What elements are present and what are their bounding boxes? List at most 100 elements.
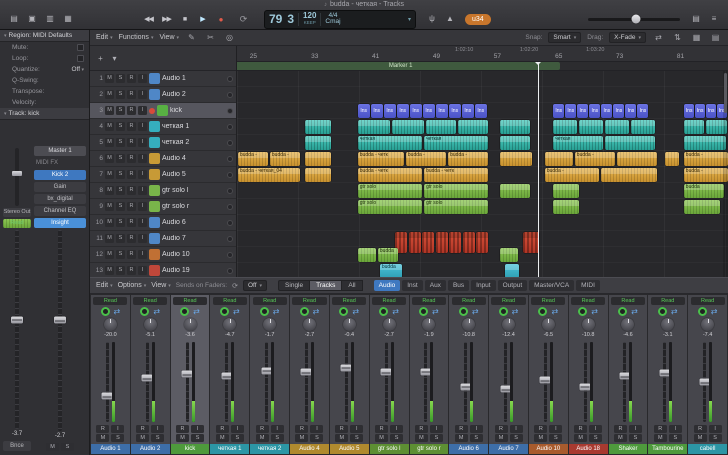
automation-mode-button[interactable]: Read bbox=[531, 297, 565, 305]
stereo-format-button[interactable]: ⇄ bbox=[631, 307, 638, 317]
audio-region[interactable]: budda - четкая_04 bbox=[238, 168, 300, 182]
track-input-button[interactable]: I bbox=[138, 218, 147, 227]
audio-region[interactable]: четкая bbox=[553, 136, 603, 150]
input-monitor-dot[interactable] bbox=[227, 220, 233, 226]
mixer-view-button[interactable]: Tracks bbox=[310, 280, 342, 291]
automation-mode-button[interactable]: Read bbox=[332, 297, 366, 305]
track-input-button[interactable]: I bbox=[138, 202, 147, 211]
mute-button[interactable]: M bbox=[455, 434, 468, 442]
mixer-filter-button[interactable]: Audio bbox=[374, 280, 401, 291]
stereo-format-button[interactable]: ⇄ bbox=[114, 307, 121, 317]
kick[interactable]: Read ⇄ -3.6 R bbox=[171, 295, 210, 454]
четкая 1[interactable]: Read ⇄ -4.7 R bbox=[210, 295, 249, 454]
mixer-filter-button[interactable]: Inst bbox=[402, 280, 422, 291]
volume-fader[interactable] bbox=[504, 342, 507, 422]
stereo-format-button[interactable]: ⇄ bbox=[193, 307, 200, 317]
input-monitor-dot[interactable] bbox=[227, 188, 233, 194]
Audio 4[interactable]: 6 M S R I Audio 4 bbox=[90, 151, 236, 167]
grid-view-icon[interactable]: ▦ bbox=[690, 32, 703, 44]
fader-cap[interactable] bbox=[54, 317, 66, 324]
audio-region[interactable] bbox=[476, 232, 488, 253]
gtr solo l[interactable]: 8 M S R I gtr solo l bbox=[90, 183, 236, 199]
track-inspector-header[interactable]: ▾Track: kick bbox=[0, 108, 89, 120]
gtr solo r[interactable]: Read ⇄ -1.9 R bbox=[410, 295, 449, 454]
volume-fader[interactable] bbox=[186, 342, 189, 422]
record-enable-button[interactable]: R bbox=[375, 425, 388, 433]
volume-fader[interactable] bbox=[464, 342, 467, 422]
audio-region[interactable] bbox=[426, 120, 456, 134]
gtr solo l[interactable]: Read ⇄ -2.7 R bbox=[370, 295, 409, 454]
audio-region[interactable]: Ins bbox=[436, 104, 448, 118]
play-button[interactable]: ▶ bbox=[194, 12, 211, 27]
audio-region[interactable] bbox=[358, 120, 390, 134]
track-mute-button[interactable]: M bbox=[105, 138, 114, 147]
automation-mode-button[interactable]: Read bbox=[571, 297, 605, 305]
record-enable-button[interactable]: R bbox=[295, 425, 308, 433]
gain-knob[interactable] bbox=[538, 307, 547, 316]
audio-region[interactable] bbox=[358, 248, 376, 262]
fader-cap[interactable] bbox=[11, 316, 23, 323]
record-enable-button[interactable]: R bbox=[495, 425, 508, 433]
record-enable-button[interactable]: R bbox=[654, 425, 667, 433]
audio-region[interactable]: Ins bbox=[706, 104, 716, 118]
sends-loop-icon[interactable]: ⟳ bbox=[232, 282, 238, 290]
gain-knob[interactable] bbox=[180, 307, 189, 316]
gain-knob[interactable] bbox=[419, 307, 428, 316]
mixer-filter-button[interactable]: Aux bbox=[425, 280, 446, 291]
automation-mode-button[interactable]: Read bbox=[133, 297, 167, 305]
input-monitor-button[interactable]: I bbox=[589, 425, 602, 433]
record-enable-button[interactable]: R bbox=[335, 425, 348, 433]
tempo-readout[interactable]: 120 KEEP bbox=[303, 12, 316, 26]
sends-mode-select[interactable]: Off▾ bbox=[243, 280, 267, 291]
mute-button[interactable]: M bbox=[415, 434, 428, 442]
volume-fader[interactable] bbox=[385, 342, 388, 422]
track-solo-button[interactable]: S bbox=[116, 202, 125, 211]
track-record-button[interactable]: R bbox=[127, 218, 136, 227]
pencil-tool-icon[interactable]: ✎ bbox=[185, 32, 198, 44]
audio-region[interactable] bbox=[553, 120, 577, 134]
automation-mode-slot[interactable]: Read bbox=[3, 219, 31, 228]
audio-region[interactable] bbox=[305, 120, 331, 134]
Shaker[interactable]: Read ⇄ -4.6 R bbox=[609, 295, 648, 454]
input-monitor-button[interactable]: I bbox=[111, 425, 124, 433]
input-monitor-button[interactable]: I bbox=[310, 425, 323, 433]
playhead[interactable] bbox=[538, 62, 539, 277]
record-enable-button[interactable]: R bbox=[455, 425, 468, 433]
track-record-button[interactable]: R bbox=[127, 90, 136, 99]
audio-region[interactable] bbox=[449, 232, 461, 253]
toggle-library-icon[interactable]: ▤ bbox=[6, 12, 22, 26]
automation-mode-button[interactable]: Read bbox=[253, 297, 287, 305]
mixer-filter-button[interactable]: Input bbox=[471, 280, 495, 291]
Audio 2[interactable]: Read ⇄ -5.1 R bbox=[131, 295, 170, 454]
track-record-button[interactable]: R bbox=[127, 170, 136, 179]
audio-region[interactable]: Ins bbox=[449, 104, 461, 118]
audio-region[interactable]: gtr solo bbox=[358, 184, 422, 198]
audio-region[interactable]: budda - четк bbox=[358, 152, 404, 166]
plugin-slot[interactable]: Gain bbox=[34, 182, 86, 192]
volume-fader[interactable] bbox=[345, 342, 348, 422]
track-record-button[interactable]: R bbox=[127, 186, 136, 195]
audio-region[interactable]: budda - четк bbox=[358, 168, 422, 182]
mute-button[interactable]: M bbox=[614, 434, 627, 442]
track-input-button[interactable]: I bbox=[138, 90, 147, 99]
add-track-options-button[interactable]: ▾ bbox=[109, 53, 120, 64]
inspector-mini-slider[interactable] bbox=[15, 148, 19, 206]
mute-button[interactable]: M bbox=[654, 434, 667, 442]
track-mute-button[interactable]: M bbox=[105, 218, 114, 227]
input-monitor-dot[interactable] bbox=[227, 76, 233, 82]
stop-button[interactable]: ■ bbox=[176, 12, 193, 27]
track-solo-button[interactable]: S bbox=[116, 218, 125, 227]
audio-region[interactable] bbox=[617, 152, 657, 166]
audio-region[interactable]: gtr solo bbox=[424, 184, 488, 198]
gain-knob[interactable] bbox=[220, 307, 229, 316]
toggle-inspector-icon[interactable]: ▣ bbox=[24, 12, 40, 26]
audio-region[interactable] bbox=[579, 120, 603, 134]
mixer-filter-button[interactable]: Output bbox=[498, 280, 528, 291]
input-monitor-button[interactable]: I bbox=[669, 425, 682, 433]
solo-button[interactable]: S bbox=[271, 434, 284, 442]
stereo-format-button[interactable]: ⇄ bbox=[233, 307, 240, 317]
region-inspector-header[interactable]: ▾Region: MIDI Defaults bbox=[0, 30, 89, 42]
arrange-menu[interactable]: Edit▾ bbox=[96, 34, 113, 41]
track-solo-button[interactable]: S bbox=[116, 90, 125, 99]
solo-button[interactable]: S bbox=[191, 434, 204, 442]
